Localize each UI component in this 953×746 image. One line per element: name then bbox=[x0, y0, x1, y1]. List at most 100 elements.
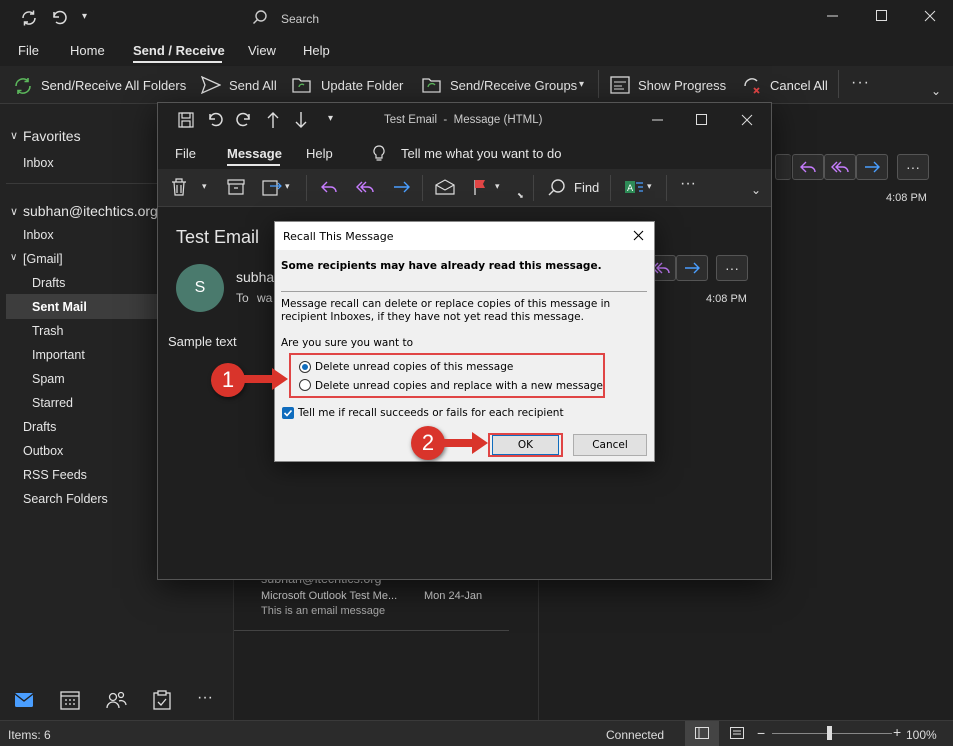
tasks-icon[interactable] bbox=[153, 690, 171, 710]
menu-file[interactable]: File bbox=[175, 146, 196, 161]
reply-all-button[interactable] bbox=[824, 154, 856, 180]
folder-gmail[interactable]: [Gmail] bbox=[23, 252, 63, 266]
folder-drafts[interactable]: Drafts bbox=[23, 420, 56, 434]
chevron-down-icon[interactable]: ▾ bbox=[495, 181, 500, 192]
folder-inbox[interactable]: Inbox bbox=[23, 228, 54, 242]
folder-rss-feeds[interactable]: RSS Feeds bbox=[23, 468, 87, 482]
tell-me-checkbox-label[interactable]: Tell me if recall succeeds or fails for … bbox=[298, 407, 564, 419]
chevron-down-icon[interactable]: ▾ bbox=[285, 181, 290, 192]
mail-icon[interactable] bbox=[14, 692, 34, 708]
search-input[interactable]: Search bbox=[281, 12, 319, 26]
option-delete-label[interactable]: Delete unread copies of this message bbox=[315, 361, 513, 373]
reading-view-icon[interactable] bbox=[730, 727, 744, 739]
option-delete-radio[interactable] bbox=[299, 361, 311, 373]
close-icon[interactable] bbox=[741, 114, 753, 126]
menu-file[interactable]: File bbox=[18, 43, 39, 58]
folder-sent-mail[interactable]: Sent Mail bbox=[32, 300, 87, 314]
menu-home[interactable]: Home bbox=[70, 43, 105, 58]
dialog-launcher-icon[interactable]: ⬊ bbox=[517, 191, 524, 200]
menu-view[interactable]: View bbox=[248, 43, 276, 58]
menu-help[interactable]: Help bbox=[306, 146, 333, 161]
chevron-down-icon[interactable]: ▾ bbox=[647, 181, 652, 192]
zoom-slider-thumb[interactable] bbox=[827, 726, 832, 740]
more-actions-button[interactable]: ··· bbox=[897, 154, 929, 180]
recall-dialog: Recall This Message Some recipients may … bbox=[274, 221, 655, 462]
tell-me-search[interactable]: Tell me what you want to do bbox=[401, 146, 561, 161]
send-all-button[interactable]: Send All bbox=[229, 78, 277, 93]
translate-icon[interactable]: A bbox=[624, 178, 644, 196]
send-receive-groups-button[interactable]: Send/Receive Groups bbox=[450, 78, 577, 93]
folder-starred[interactable]: Starred bbox=[32, 396, 73, 410]
undo-icon[interactable] bbox=[50, 9, 68, 27]
save-icon[interactable] bbox=[178, 112, 194, 128]
calendar-icon[interactable] bbox=[60, 690, 80, 710]
people-icon[interactable] bbox=[105, 690, 127, 710]
forward-button[interactable] bbox=[676, 255, 708, 281]
menu-send-receive[interactable]: Send / Receive bbox=[133, 43, 225, 58]
chevron-down-icon[interactable]: ∨ bbox=[10, 205, 18, 218]
to-recipient[interactable]: wa bbox=[257, 291, 272, 305]
ribbon-expand-icon[interactable]: ⌄ bbox=[751, 183, 761, 197]
ribbon-expand-icon[interactable]: ⌄ bbox=[931, 84, 941, 98]
find-button[interactable]: Find bbox=[574, 180, 599, 195]
ok-button[interactable]: OK bbox=[492, 435, 559, 455]
more-options-icon[interactable]: ··· bbox=[851, 74, 870, 92]
more-options-icon[interactable]: ··· bbox=[680, 175, 696, 193]
more-actions-button[interactable]: ··· bbox=[716, 255, 748, 281]
maximize-icon[interactable] bbox=[696, 114, 708, 126]
mark-read-icon[interactable] bbox=[435, 179, 455, 195]
chevron-down-icon[interactable]: ▾ bbox=[202, 181, 207, 192]
avatar[interactable]: S bbox=[176, 264, 224, 312]
chevron-down-icon[interactable]: ∨ bbox=[10, 252, 17, 263]
folder-search-folders[interactable]: Search Folders bbox=[23, 492, 108, 506]
option-replace-radio[interactable] bbox=[299, 379, 311, 391]
previous-item-icon[interactable] bbox=[266, 111, 280, 129]
forward-button[interactable] bbox=[856, 154, 888, 180]
reply-all-icon[interactable] bbox=[356, 180, 376, 194]
zoom-out-button[interactable]: − bbox=[757, 725, 765, 741]
undo-icon[interactable] bbox=[206, 111, 224, 129]
minimize-icon[interactable] bbox=[827, 10, 839, 22]
archive-icon[interactable] bbox=[227, 179, 245, 195]
delete-icon[interactable] bbox=[171, 178, 187, 196]
more-apps-icon[interactable]: ··· bbox=[197, 689, 213, 707]
update-folder-button[interactable]: Update Folder bbox=[321, 78, 403, 93]
close-icon[interactable] bbox=[633, 230, 644, 241]
flag-icon[interactable] bbox=[473, 179, 487, 195]
folder-spam[interactable]: Spam bbox=[32, 372, 65, 386]
folder-important[interactable]: Important bbox=[32, 348, 85, 362]
maximize-icon[interactable] bbox=[876, 10, 888, 22]
menu-message[interactable]: Message bbox=[227, 146, 282, 161]
close-icon[interactable] bbox=[924, 10, 936, 22]
list-item-date: Mon 24-Jan bbox=[424, 590, 483, 602]
cancel-all-button[interactable]: Cancel All bbox=[770, 78, 828, 93]
minimize-icon[interactable] bbox=[652, 114, 664, 126]
option-replace-label[interactable]: Delete unread copies and replace with a … bbox=[315, 380, 603, 392]
folder-gmail-drafts[interactable]: Drafts bbox=[32, 276, 65, 290]
customize-toolbar-icon[interactable]: ▾ bbox=[82, 11, 87, 22]
favorites-header[interactable]: Favorites bbox=[23, 128, 81, 144]
normal-view-button[interactable] bbox=[685, 721, 719, 746]
chevron-down-icon: ▾ bbox=[579, 79, 585, 90]
folder-favorites-inbox[interactable]: Inbox bbox=[23, 156, 54, 170]
move-icon[interactable] bbox=[262, 178, 282, 196]
menu-help[interactable]: Help bbox=[303, 43, 330, 58]
cancel-button[interactable]: Cancel bbox=[573, 434, 647, 456]
reply-button[interactable] bbox=[792, 154, 824, 180]
zoom-slider[interactable] bbox=[772, 733, 892, 734]
chevron-down-icon[interactable]: ∨ bbox=[10, 129, 18, 142]
account-header[interactable]: subhan@itechtics.org bbox=[23, 203, 158, 219]
send-receive-all-button[interactable]: Send/Receive All Folders bbox=[41, 78, 186, 93]
next-item-icon[interactable] bbox=[294, 111, 308, 129]
forward-icon[interactable] bbox=[393, 180, 411, 194]
reply-partial-button[interactable] bbox=[775, 154, 791, 180]
customize-toolbar-icon[interactable]: ▾ bbox=[328, 113, 333, 124]
zoom-in-button[interactable]: + bbox=[893, 724, 901, 740]
show-progress-button[interactable]: Show Progress bbox=[638, 78, 726, 93]
sync-icon[interactable] bbox=[20, 9, 38, 27]
tell-me-checkbox[interactable] bbox=[282, 407, 294, 419]
folder-trash[interactable]: Trash bbox=[32, 324, 64, 338]
redo-icon[interactable] bbox=[235, 111, 253, 129]
reply-icon[interactable] bbox=[321, 180, 339, 194]
folder-outbox[interactable]: Outbox bbox=[23, 444, 63, 458]
